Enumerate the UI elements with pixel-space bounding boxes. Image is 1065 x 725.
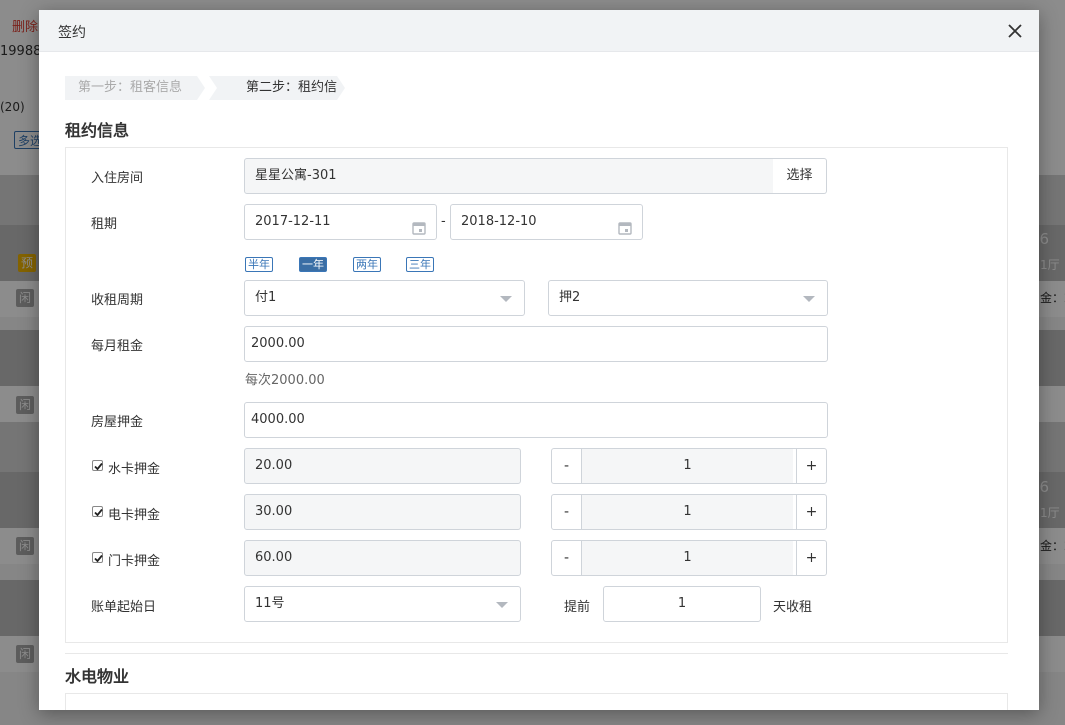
chevron-down-icon [500,296,512,302]
electric-card-qty[interactable]: 1 [582,495,793,529]
decrement-button[interactable]: - [552,541,582,575]
chevron-down-icon [803,296,815,302]
quick-term-one-year[interactable]: 一年 [299,257,327,272]
increment-button[interactable]: + [796,449,826,483]
room-label: 入住房间 [91,171,144,186]
section-title-utilities: 水电物业 [65,667,130,686]
calendar-icon[interactable] [412,215,426,249]
bill-start-select[interactable]: 11号 [244,586,521,622]
calendar-icon[interactable] [618,215,632,249]
water-card-qty[interactable]: 1 [582,449,793,483]
start-date-value: 2017-12-11 [255,214,331,229]
step-lease-info[interactable]: 第二步：租约信息 [209,76,345,100]
door-card-stepper: - 1 + [551,540,827,576]
room-field[interactable]: 星星公寓-301 [244,158,774,194]
door-card-qty[interactable]: 1 [582,541,793,575]
deposit-cycle-value: 押2 [559,290,581,305]
step-tenant-info[interactable]: 第一步：租客信息 [65,76,205,100]
close-icon[interactable] [1005,21,1025,41]
electric-card-label: 电卡押金 [108,508,161,523]
dialog-header: 签约 [39,10,1039,52]
chevron-down-icon [496,602,508,608]
bill-start-label: 账单起始日 [91,600,157,615]
date-separator: - [441,214,446,229]
bill-start-value: 11号 [255,596,285,611]
start-date-input[interactable]: 2017-12-11 [244,204,437,240]
increment-button[interactable]: + [796,541,826,575]
advance-suffix: 天收租 [773,600,813,615]
water-card-stepper: - 1 + [551,448,827,484]
pay-cycle-value: 付1 [255,290,277,305]
electric-card-checkbox[interactable] [92,506,103,517]
decrement-button[interactable]: - [552,495,582,529]
advance-days-input[interactable]: 1 [603,586,761,622]
end-date-value: 2018-12-10 [461,214,537,229]
end-date-input[interactable]: 2018-12-10 [450,204,643,240]
decrement-button[interactable]: - [552,449,582,483]
electric-card-amount[interactable]: 30.00 [244,494,521,530]
increment-button[interactable]: + [796,495,826,529]
deposit-cycle-select[interactable]: 押2 [548,280,828,316]
pay-cycle-select[interactable]: 付1 [244,280,525,316]
house-deposit-label: 房屋押金 [91,415,144,430]
electric-card-stepper: - 1 + [551,494,827,530]
room-select-button[interactable]: 选择 [773,158,827,194]
sign-contract-dialog: 签约 第一步：租客信息 第二步：租约信息 租约信息 入住房间 星星公寓-301 … [39,10,1039,710]
dialog-title: 签约 [58,25,86,41]
monthly-rent-label: 每月租金 [91,339,144,354]
quick-term-three-years[interactable]: 三年 [406,257,434,272]
water-card-checkbox[interactable] [92,460,103,471]
utilities-panel [65,693,1008,710]
water-card-amount[interactable]: 20.00 [244,448,521,484]
section-divider [65,653,1008,654]
water-card-label: 水卡押金 [108,462,161,477]
door-card-label: 门卡押金 [108,554,161,569]
quick-term-two-years[interactable]: 两年 [353,257,381,272]
quick-term-half-year[interactable]: 半年 [245,257,273,272]
section-title-lease: 租约信息 [65,121,130,140]
monthly-rent-hint: 每次2000.00 [245,373,325,388]
monthly-rent-input[interactable]: 2000.00 [244,326,828,362]
door-card-amount[interactable]: 60.00 [244,540,521,576]
door-card-checkbox[interactable] [92,552,103,563]
advance-label: 提前 [564,600,591,615]
cycle-label: 收租周期 [91,293,144,308]
period-label: 租期 [91,217,118,232]
house-deposit-input[interactable]: 4000.00 [244,402,828,438]
